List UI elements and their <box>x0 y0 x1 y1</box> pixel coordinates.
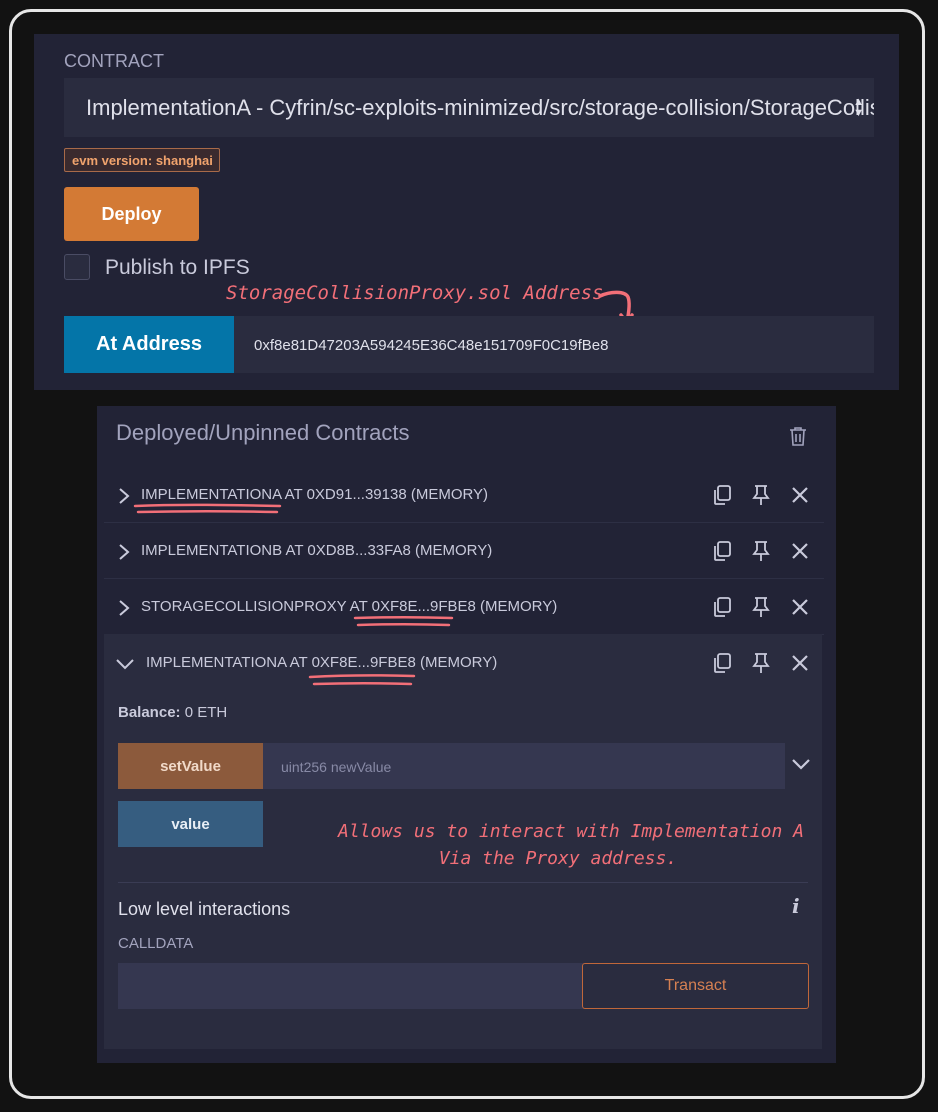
close-icon[interactable] <box>789 484 811 506</box>
instance-row[interactable]: STORAGECOLLISIONPROXY AT 0XF8E...9FBE8 (… <box>104 580 824 635</box>
instance-label: STORAGECOLLISIONPROXY AT 0XF8E...9FBE8 (… <box>141 598 558 615</box>
interaction-annotation: Allows us to interact with Implementatio… <box>338 818 804 872</box>
publish-ipfs-checkbox[interactable] <box>64 254 90 280</box>
pin-icon[interactable] <box>750 484 772 506</box>
annotation-line-2: Via the Proxy address. <box>438 848 678 869</box>
deploy-button[interactable]: Deploy <box>64 187 199 241</box>
chevron-right-icon <box>119 600 130 616</box>
contract-label: CONTRACT <box>64 51 164 71</box>
divider <box>118 882 808 883</box>
deployed-contracts-title: Deployed/Unpinned Contracts <box>116 420 410 445</box>
pin-icon[interactable] <box>750 540 772 562</box>
copy-icon[interactable] <box>711 540 733 562</box>
balance-label: Balance: <box>118 704 181 721</box>
transact-button[interactable]: Transact <box>582 963 809 1009</box>
balance-value: 0 ETH <box>184 704 228 721</box>
setvalue-input[interactable]: uint256 newValue <box>263 743 785 789</box>
at-address-input[interactable]: 0xf8e81D47203A594245E36C48e151709F0C19fB… <box>234 316 874 373</box>
instance-label: IMPLEMENTATIONA AT 0XD91...39138 (MEMORY… <box>141 486 489 503</box>
pin-icon[interactable] <box>750 596 772 618</box>
annotation-line-1: Allows us to interact with Implementatio… <box>338 821 804 842</box>
setvalue-button[interactable]: setValue <box>118 743 263 789</box>
publish-ipfs-label: Publish to IPFS <box>105 256 250 279</box>
low-level-title: Low level interactions <box>118 899 291 919</box>
chevron-down-icon[interactable] <box>791 758 811 772</box>
annotation-underline <box>133 503 282 514</box>
at-address-button[interactable]: At Address <box>64 316 234 373</box>
calldata-label: CALLDATA <box>118 935 194 952</box>
copy-icon[interactable] <box>711 596 733 618</box>
close-icon[interactable] <box>789 652 811 674</box>
copy-icon[interactable] <box>711 484 733 506</box>
instance-row[interactable]: IMPLEMENTATIONB AT 0XD8B...33FA8 (MEMORY… <box>104 524 824 579</box>
contract-select[interactable]: ImplementationA - Cyfrin/sc-exploits-min… <box>64 78 874 137</box>
instance-row-expanded[interactable]: IMPLEMENTATIONA AT 0XF8E...9FBE8 (MEMORY… <box>104 636 824 691</box>
balance: Balance: 0 ETH <box>118 704 227 721</box>
pin-icon[interactable] <box>750 652 772 674</box>
chevron-right-icon <box>119 488 130 504</box>
copy-icon[interactable] <box>711 652 733 674</box>
value-button[interactable]: value <box>118 801 263 847</box>
proxy-address-annotation: StorageCollisionProxy.sol Address <box>226 282 604 304</box>
trash-icon[interactable] <box>789 426 807 446</box>
evm-version-badge: evm version: shanghai <box>64 148 220 172</box>
annotation-underline <box>308 674 416 686</box>
close-icon[interactable] <box>789 596 811 618</box>
contract-select-value: ImplementationA - Cyfrin/sc-exploits-min… <box>86 95 874 120</box>
calldata-input[interactable] <box>118 963 584 1009</box>
chevron-right-icon <box>119 544 130 560</box>
select-arrows-icon: ▲ ▼ <box>853 96 864 119</box>
instance-label: IMPLEMENTATIONB AT 0XD8B...33FA8 (MEMORY… <box>141 542 493 559</box>
info-icon[interactable]: i <box>792 894 800 918</box>
annotation-underline <box>353 616 454 627</box>
instance-label: IMPLEMENTATIONA AT 0XF8E...9FBE8 (MEMORY… <box>146 654 498 671</box>
chevron-down-icon <box>116 659 134 670</box>
close-icon[interactable] <box>789 540 811 562</box>
